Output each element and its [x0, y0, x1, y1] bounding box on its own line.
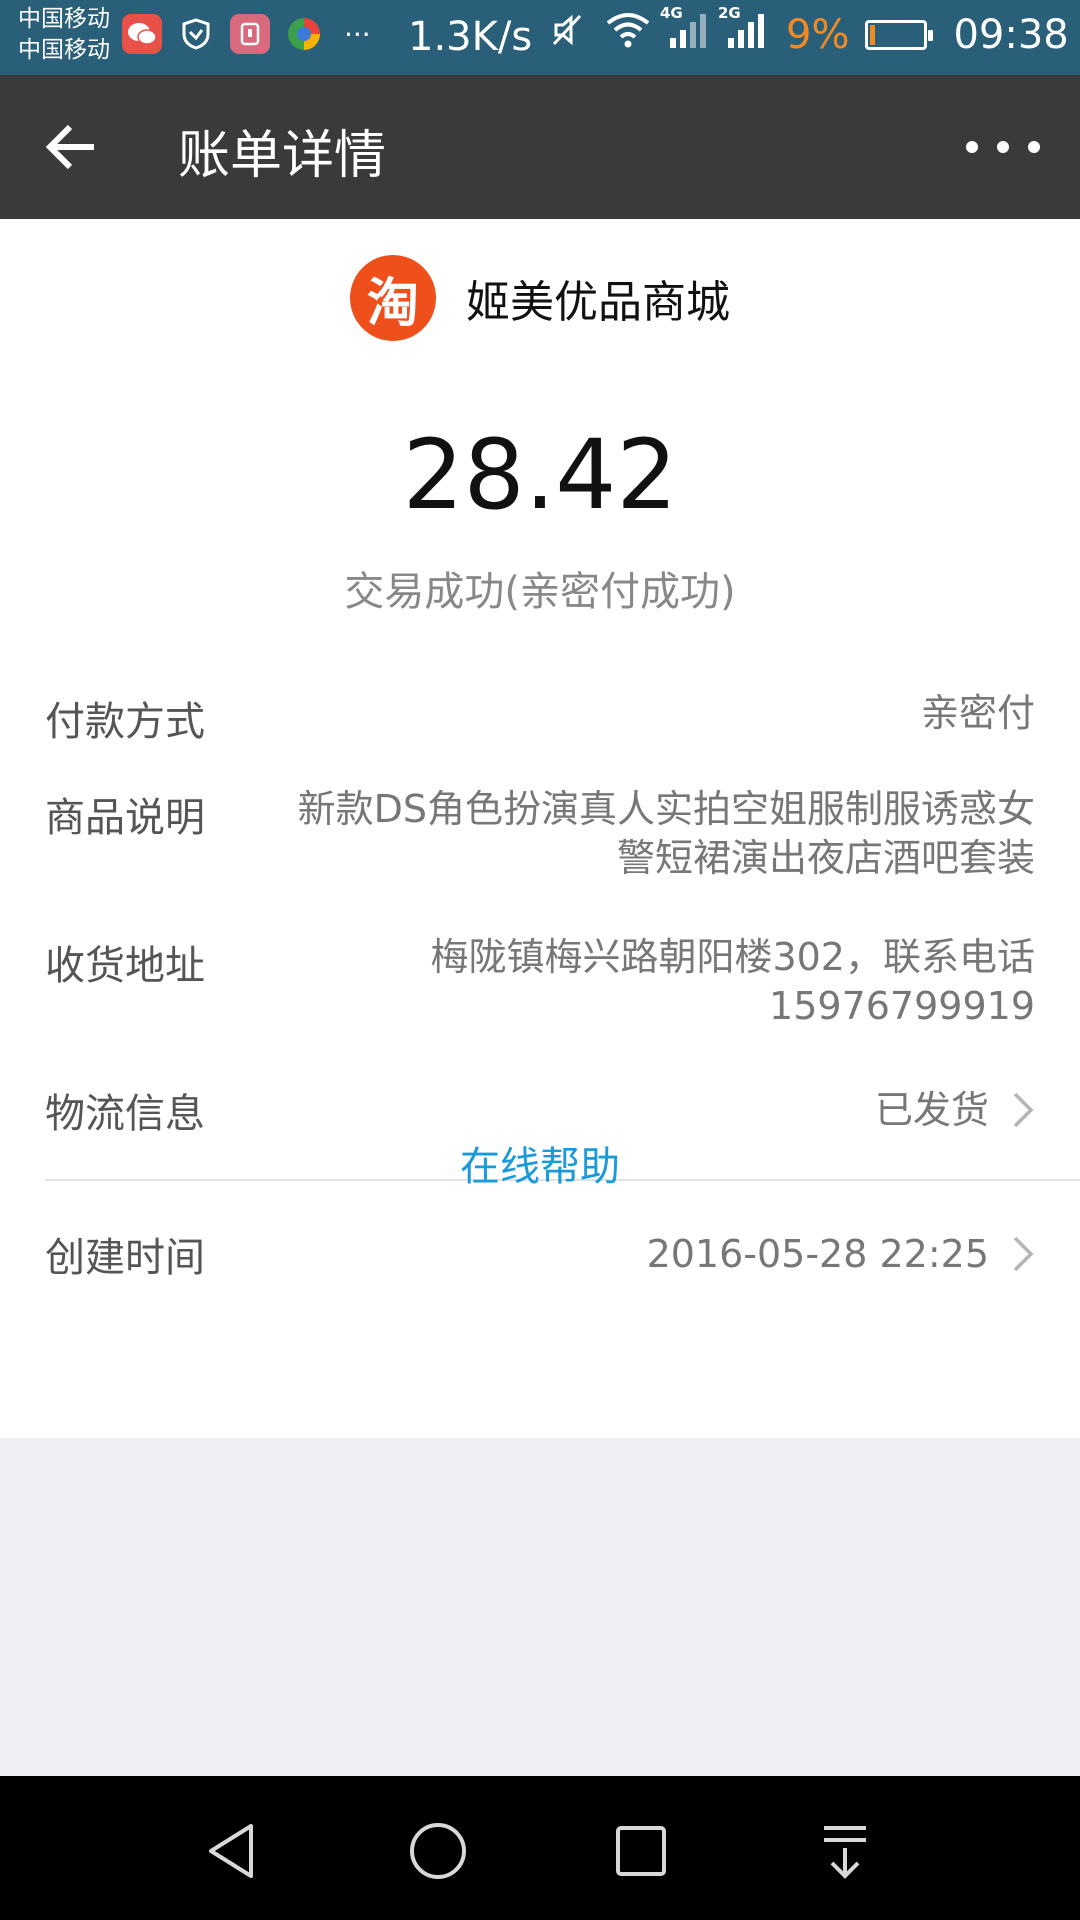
created-time-value-group: 2016-05-28 22:25 — [647, 1225, 1035, 1283]
chevron-right-icon — [1013, 1092, 1034, 1128]
transaction-amount: 28.42 — [402, 419, 678, 531]
back-triangle-icon[interactable] — [199, 1816, 269, 1886]
notification-pulldown-icon[interactable] — [810, 1816, 880, 1886]
recents-square-icon[interactable] — [606, 1816, 676, 1886]
browser-icon — [284, 14, 324, 54]
logistics-label: 物流信息 — [45, 1091, 205, 1137]
carrier-labels: 中国移动 中国移动 — [18, 4, 110, 66]
more-dots-icon — [966, 141, 978, 153]
status-bar: 中国移动 中国移动 ··· 1.3K/s 4G 2G 9% 09:38 — [0, 0, 1080, 75]
clock: 09:38 — [953, 11, 1069, 58]
more-options-button[interactable] — [966, 125, 1040, 169]
logistics-value-group: 已发货 — [875, 1081, 1035, 1139]
description-value: 新款DS角色扮演真人实拍空姐服制服诱惑女警短裙演出夜店酒吧套装 — [297, 787, 1035, 880]
battery-percent: 9% — [786, 11, 850, 58]
signal-2g: 2G — [718, 4, 768, 59]
status-indicators: 4G 2G 9% 09:38 — [548, 4, 1069, 59]
signal-4g: 4G — [660, 4, 710, 59]
wechat-icon — [122, 14, 162, 54]
page-title: 账单详情 — [178, 126, 387, 186]
app-notification-icon — [230, 14, 270, 54]
description-label: 商品说明 — [45, 795, 205, 841]
address-row: 收货地址 梅陇镇梅兴路朝阳楼302，联系电话15976799919 — [45, 933, 1035, 1031]
chevron-right-icon — [1013, 1236, 1034, 1272]
home-circle-icon[interactable] — [403, 1816, 473, 1886]
address-value: 梅陇镇梅兴路朝阳楼302，联系电话15976799919 — [430, 935, 1035, 1028]
created-time-value: 2016-05-28 22:25 — [646, 1231, 989, 1276]
more-notifications-icon: ··· — [344, 17, 371, 51]
notification-icons: ··· — [122, 14, 371, 54]
wifi-icon — [604, 11, 652, 58]
payment-method-value: 亲密付 — [920, 691, 1035, 735]
payment-method-row: 付款方式 亲密付 — [45, 689, 1035, 747]
arrow-left-icon — [45, 124, 94, 170]
net-type-2g: 2G — [718, 4, 741, 22]
carrier-2: 中国移动 — [18, 37, 110, 63]
battery-icon — [865, 19, 934, 50]
description-row: 商品说明 新款DS角色扮演真人实拍空姐服制服诱惑女警短裙演出夜店酒吧套装 — [45, 785, 1035, 883]
mute-icon — [548, 10, 588, 59]
online-help-link[interactable]: 在线帮助 — [0, 1134, 1080, 1192]
payment-method-label: 付款方式 — [45, 699, 205, 745]
logistics-value: 已发货 — [874, 1087, 989, 1132]
taobao-logo-icon: 淘 — [350, 255, 436, 341]
system-nav-bar — [0, 1776, 1080, 1920]
merchant-header: 淘 姬美优品商城 — [0, 255, 1080, 341]
network-speed: 1.3K/s — [408, 14, 533, 60]
net-type-4g: 4G — [660, 4, 683, 22]
shield-icon — [176, 14, 216, 54]
address-label: 收货地址 — [45, 943, 205, 989]
back-button[interactable] — [44, 119, 104, 175]
merchant-name: 姬美优品商城 — [466, 277, 730, 328]
logistics-row[interactable]: 物流信息 已发货 — [45, 1081, 1035, 1139]
transaction-status: 交易成功(亲密付成功) — [344, 569, 736, 615]
created-time-row[interactable]: 创建时间 2016-05-28 22:25 — [45, 1225, 1035, 1283]
carrier-1: 中国移动 — [18, 6, 110, 32]
bill-detail-card: 淘 姬美优品商城 28.42 交易成功(亲密付成功) 付款方式 亲密付 商品说明… — [0, 219, 1080, 1438]
created-time-label: 创建时间 — [45, 1235, 205, 1281]
app-bar: 账单详情 — [0, 75, 1080, 219]
